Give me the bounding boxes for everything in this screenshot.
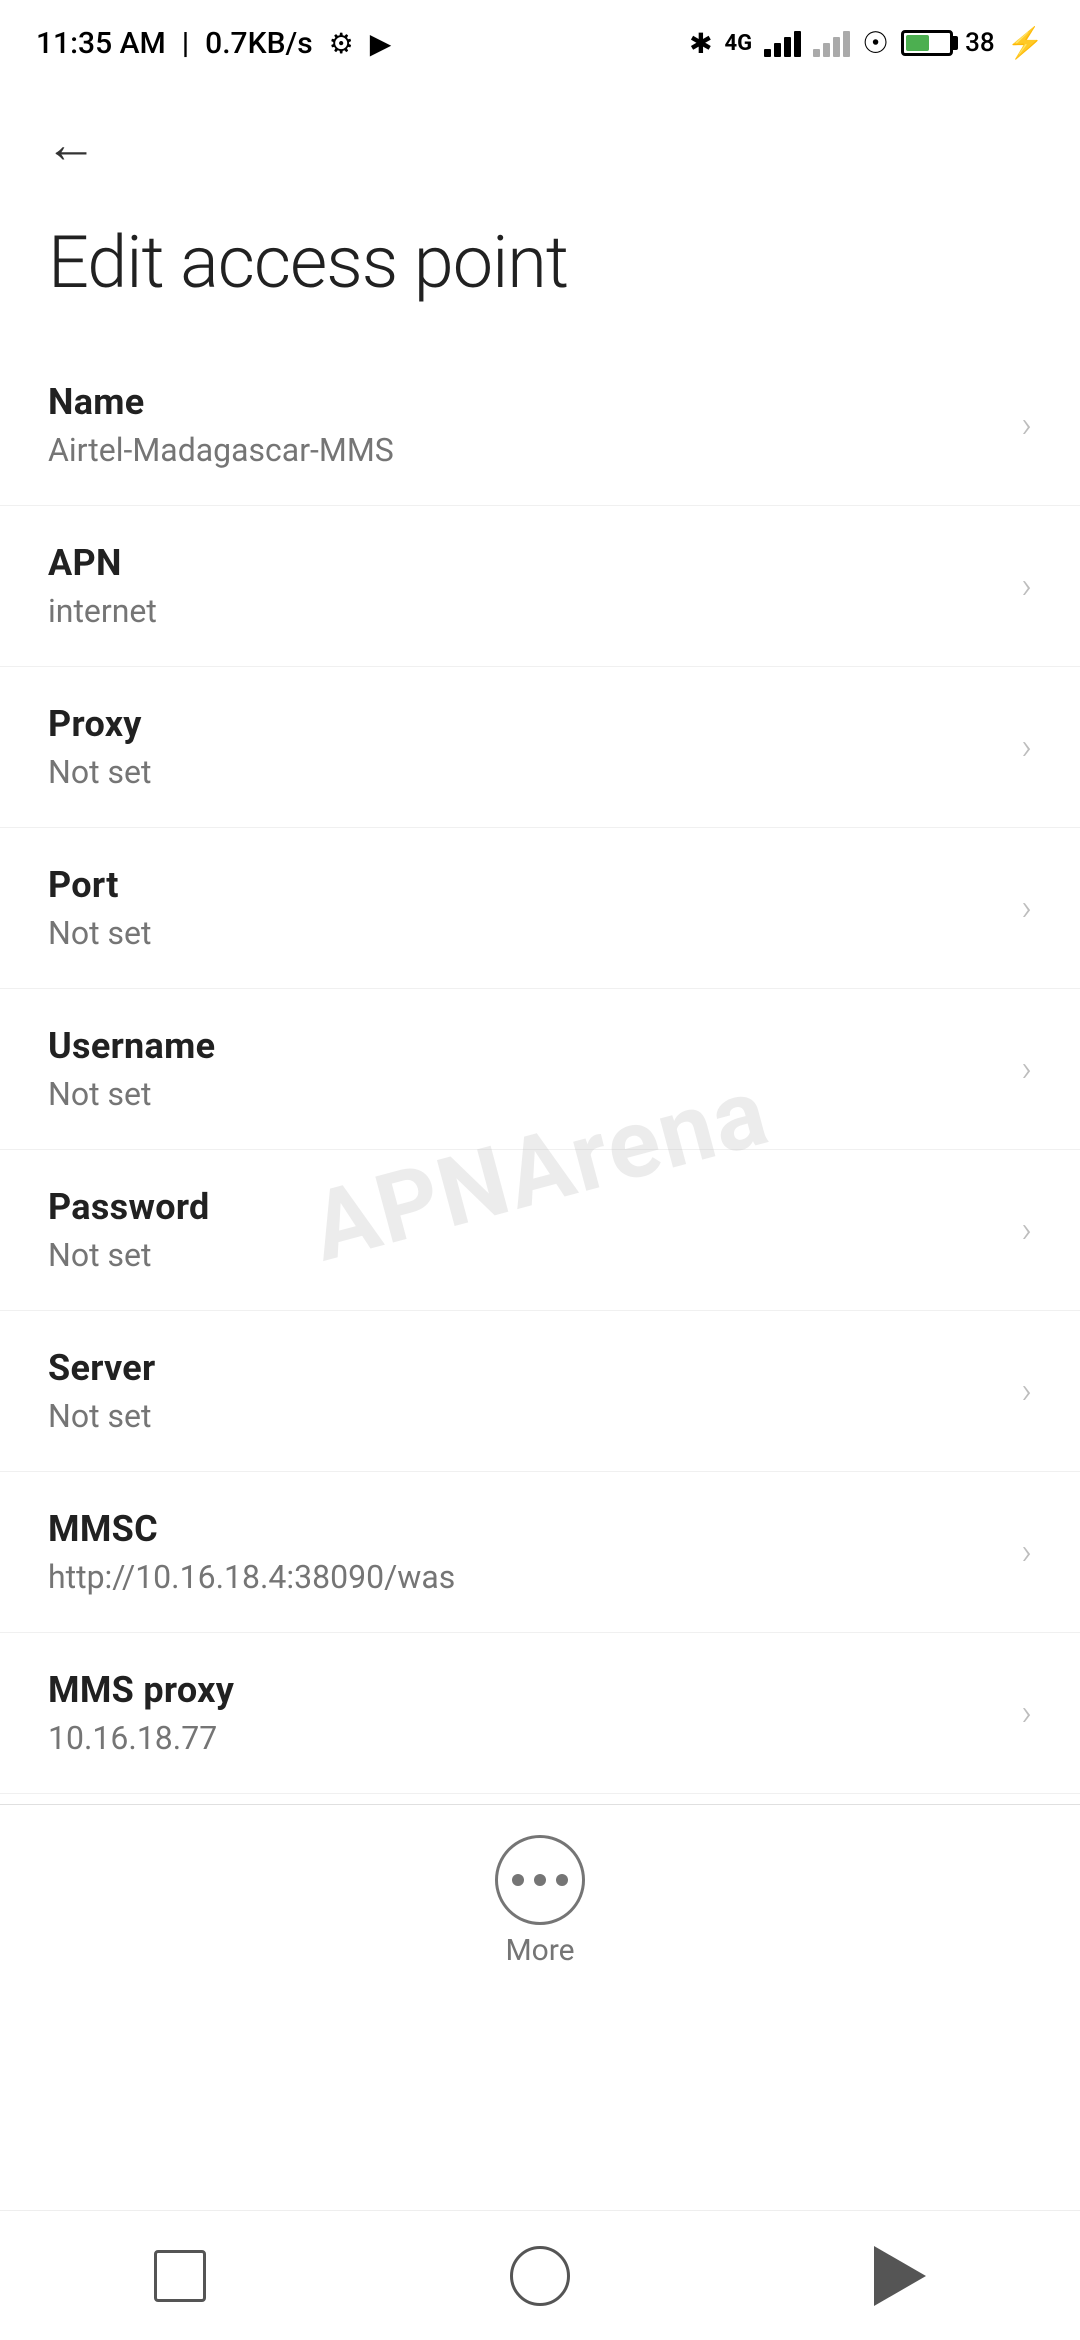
item-value: Not set: [48, 1397, 1001, 1435]
item-content: MMSC http://10.16.18.4:38090/was: [48, 1508, 1001, 1596]
network-4g-icon: 4G: [725, 31, 753, 56]
settings-item[interactable]: MMSC http://10.16.18.4:38090/was ›: [0, 1472, 1080, 1633]
chevron-right-icon: ›: [1021, 1048, 1032, 1090]
more-section: More: [0, 1804, 1080, 1998]
chevron-right-icon: ›: [1021, 887, 1032, 929]
nav-recents-button[interactable]: [130, 2226, 230, 2326]
top-nav: ←: [0, 80, 1080, 200]
more-circle-icon: [495, 1835, 585, 1925]
item-value: Airtel-Madagascar-MMS: [48, 431, 1001, 469]
signal-bars-1: [764, 29, 801, 57]
back-arrow-icon: ←: [45, 119, 97, 171]
status-bar: 11:35 AM | 0.7KB/s ⚙ ▶ ✱ 4G ☉ 38 ⚡: [0, 0, 1080, 80]
signal-bars-2: [813, 29, 850, 57]
item-content: APN internet: [48, 542, 1001, 630]
chevron-right-icon: ›: [1021, 1209, 1032, 1251]
status-right: ✱ 4G ☉ 38 ⚡: [689, 26, 1044, 61]
settings-item[interactable]: Port Not set ›: [0, 828, 1080, 989]
item-content: Proxy Not set: [48, 703, 1001, 791]
settings-item[interactable]: Server Not set ›: [0, 1311, 1080, 1472]
item-content: MMS proxy 10.16.18.77: [48, 1669, 1001, 1757]
page-title: Edit access point: [0, 200, 1080, 345]
more-label: More: [505, 1933, 574, 1968]
battery-icon: [901, 30, 953, 56]
item-label: Password: [48, 1186, 1001, 1228]
nav-home-button[interactable]: [490, 2226, 590, 2326]
chevron-right-icon: ›: [1021, 404, 1032, 446]
item-content: Server Not set: [48, 1347, 1001, 1435]
recents-icon: [154, 2250, 206, 2302]
chevron-right-icon: ›: [1021, 1370, 1032, 1412]
wifi-icon: ☉: [862, 26, 889, 61]
settings-list: Name Airtel-Madagascar-MMS › APN interne…: [0, 345, 1080, 1794]
status-left: 11:35 AM | 0.7KB/s ⚙ ▶: [36, 26, 391, 61]
item-content: Name Airtel-Madagascar-MMS: [48, 381, 1001, 469]
item-value: Not set: [48, 1075, 1001, 1113]
chevron-right-icon: ›: [1021, 1531, 1032, 1573]
chevron-right-icon: ›: [1021, 1692, 1032, 1734]
separator: |: [182, 26, 189, 61]
back-icon: [874, 2246, 926, 2306]
item-label: Name: [48, 381, 1001, 423]
settings-item[interactable]: Name Airtel-Madagascar-MMS ›: [0, 345, 1080, 506]
network-speed: 0.7KB/s: [205, 26, 312, 61]
item-value: Not set: [48, 753, 1001, 791]
settings-icon: ⚙: [329, 27, 354, 60]
item-label: Server: [48, 1347, 1001, 1389]
item-content: Username Not set: [48, 1025, 1001, 1113]
item-value: 10.16.18.77: [48, 1719, 1001, 1757]
item-label: MMS proxy: [48, 1669, 1001, 1711]
charging-icon: ⚡: [1007, 26, 1044, 61]
more-button[interactable]: More: [495, 1835, 585, 1968]
settings-item[interactable]: MMS proxy 10.16.18.77 ›: [0, 1633, 1080, 1794]
home-icon: [510, 2246, 570, 2306]
chevron-right-icon: ›: [1021, 726, 1032, 768]
settings-item[interactable]: APN internet ›: [0, 506, 1080, 667]
settings-item[interactable]: Proxy Not set ›: [0, 667, 1080, 828]
nav-bar: [0, 2210, 1080, 2340]
item-content: Port Not set: [48, 864, 1001, 952]
item-value: Not set: [48, 914, 1001, 952]
battery-percent: 38: [965, 28, 995, 58]
nav-back-button[interactable]: [850, 2226, 950, 2326]
chevron-right-icon: ›: [1021, 565, 1032, 607]
time: 11:35 AM: [36, 26, 166, 61]
settings-item[interactable]: Username Not set ›: [0, 989, 1080, 1150]
item-label: Proxy: [48, 703, 1001, 745]
item-content: Password Not set: [48, 1186, 1001, 1274]
settings-item[interactable]: Password Not set ›: [0, 1150, 1080, 1311]
item-value: internet: [48, 592, 1001, 630]
item-label: MMSC: [48, 1508, 1001, 1550]
item-label: Port: [48, 864, 1001, 906]
item-value: http://10.16.18.4:38090/was: [48, 1558, 1001, 1596]
bluetooth-icon: ✱: [689, 27, 712, 60]
item-value: Not set: [48, 1236, 1001, 1274]
item-label: Username: [48, 1025, 1001, 1067]
video-icon: ▶: [370, 27, 392, 60]
item-label: APN: [48, 542, 1001, 584]
back-button[interactable]: ←: [36, 110, 106, 180]
more-dots-icon: [512, 1874, 568, 1886]
